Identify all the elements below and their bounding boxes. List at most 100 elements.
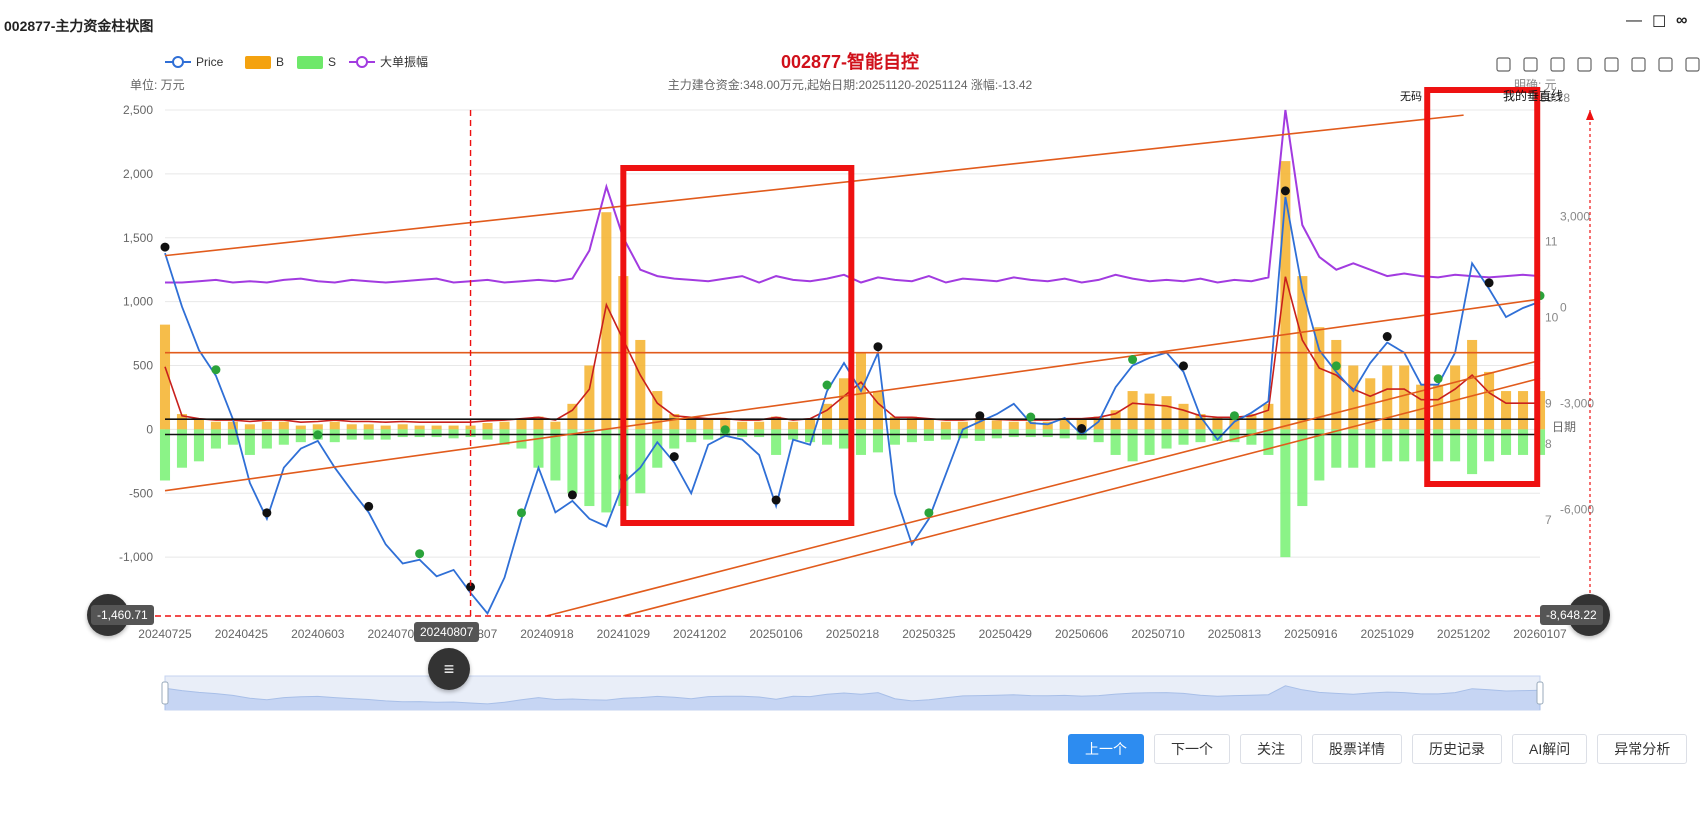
right-amount-tick: -3,000 (1560, 396, 1594, 410)
bar-s (278, 429, 289, 445)
bar-s (1467, 429, 1478, 475)
bar-b (703, 419, 714, 430)
x-tick-label: 20250606 (1055, 627, 1109, 641)
y-tick-label: 1,000 (123, 295, 153, 309)
y-tick-label: 2,000 (123, 167, 153, 181)
bar-s (1093, 429, 1104, 443)
peak-label: 无码 (1400, 90, 1422, 103)
bar-b (805, 419, 816, 430)
x-axis: 2024072520240425202406032024070820240807… (138, 627, 1567, 641)
y-tick-label: -500 (129, 486, 153, 500)
minimize-button[interactable]: — (1626, 12, 1642, 30)
bar-s (872, 429, 883, 453)
bar-b (1484, 371, 1495, 430)
bar-b (1008, 421, 1019, 430)
copy-icon (1658, 57, 1673, 72)
legend-label-0: Price (196, 55, 224, 69)
bar-b (210, 421, 221, 430)
bar-s (261, 429, 272, 449)
extra-button[interactable]: ∞ (1676, 12, 1687, 30)
signal-marker (415, 549, 425, 559)
x-tick-label: 20250106 (749, 627, 803, 641)
bar-s (567, 429, 578, 494)
bar-b (227, 421, 238, 430)
bar-s (159, 429, 171, 481)
action-button-6[interactable]: 异常分析 (1597, 734, 1688, 764)
chart-subtitle: 主力建仓资金:348.00万元,起始日期:20251120-20251124 涨… (668, 77, 1033, 92)
bar-b (397, 424, 408, 430)
signal-marker (1484, 278, 1494, 288)
x-tick-label: 20241029 (597, 627, 651, 641)
signal-marker (1229, 411, 1239, 421)
bar-b (1501, 391, 1512, 430)
bar-s (584, 429, 595, 507)
vertical-line-label: 我的垂直线 (1503, 88, 1563, 103)
bar-b (414, 425, 425, 430)
signal-marker (364, 501, 374, 511)
chart-svg[interactable]: Price B S 大单振幅 002877-智能自控 主力建仓资金:348.00万元,… (0, 48, 1701, 728)
trend-line-0 (164, 114, 1464, 257)
bar-b (295, 425, 306, 430)
signal-marker (313, 430, 323, 440)
legend-dot-3 (356, 56, 368, 68)
menu-handle[interactable]: ≡ (428, 648, 470, 690)
bar-b (516, 419, 527, 430)
maximize-button[interactable]: ☐ (1652, 12, 1666, 32)
legend[interactable]: Price B S 大单振幅 (165, 54, 428, 69)
signal-marker (1433, 374, 1443, 384)
layers-icon (1496, 57, 1511, 72)
x-tick-label: 20240425 (215, 627, 269, 641)
right-amount-tick: 3,000 (1560, 209, 1590, 223)
bar-b (1127, 391, 1138, 430)
bar-b (261, 421, 272, 430)
unit-left-label: 单位: 万元 (130, 77, 185, 92)
datazoom-slider[interactable] (161, 675, 1544, 711)
right-price-tick: 7 (1545, 513, 1552, 527)
y-tick-label: 500 (133, 359, 153, 373)
bar-s (1008, 429, 1019, 438)
signal-marker (1382, 332, 1392, 342)
move-icon (1604, 57, 1619, 72)
action-button-2[interactable]: 关注 (1240, 734, 1302, 764)
bar-s (771, 429, 782, 455)
bar-b (991, 420, 1002, 430)
bar-b (550, 421, 561, 430)
signal-marker (1280, 186, 1290, 196)
action-buttons: 上一个 下一个 关注 股票详情 历史记录 AI解问 异常分析 (1068, 734, 1688, 766)
x-tick-label: 20250429 (979, 627, 1033, 641)
legend-dot-0 (172, 56, 184, 68)
bar-b (754, 421, 765, 430)
bar-s (855, 429, 867, 455)
bar-b (465, 425, 476, 430)
x-tick-label: 20240725 (138, 627, 192, 641)
right-price-tick: 11 (1545, 235, 1558, 249)
action-button-3[interactable]: 股票详情 (1312, 734, 1402, 764)
bar-s (1042, 429, 1053, 438)
action-button-4[interactable]: 历史记录 (1412, 734, 1502, 764)
bar-b (1161, 396, 1172, 430)
bar-b (1144, 393, 1155, 430)
crosshair-right-value: -8,648.22 (1540, 605, 1603, 625)
chart-area[interactable]: Price B S 大单振幅 002877-智能自控 主力建仓资金:348.00万元,… (0, 48, 1701, 728)
signal-marker (720, 425, 730, 435)
window-title: 002877-主力资金柱状图 (4, 18, 154, 34)
lasso-icon (1577, 57, 1592, 72)
signal-marker (160, 242, 170, 252)
legend-swatch-2 (297, 56, 323, 69)
action-button-0[interactable]: 上一个 (1068, 734, 1144, 764)
close-box-icon (1685, 57, 1700, 72)
signal-marker (771, 495, 781, 505)
menu-icon: ≡ (443, 658, 455, 679)
bar-b (499, 421, 510, 430)
bar-s (414, 429, 425, 438)
action-button-5[interactable]: AI解问 (1512, 734, 1588, 764)
zoom-rect-icon (1550, 57, 1565, 72)
toolbox[interactable] (1496, 57, 1700, 72)
right-price-tick: 10 (1545, 310, 1559, 324)
signal-marker (262, 508, 272, 518)
signal-marker (924, 508, 934, 518)
x-tick-label: 20250813 (1208, 627, 1262, 641)
action-button-1[interactable]: 下一个 (1154, 734, 1230, 764)
bar-b (1314, 327, 1325, 430)
bar-b (244, 424, 255, 430)
